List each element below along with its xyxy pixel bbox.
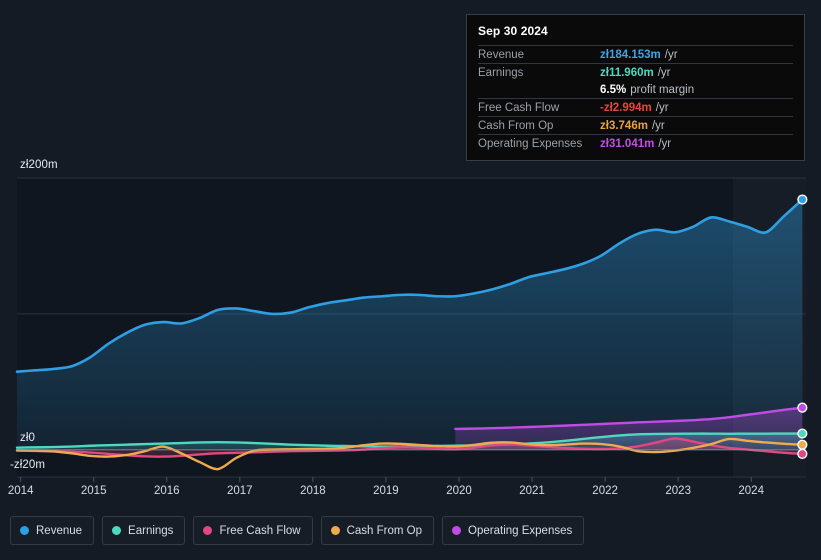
legend-item-operating-expenses[interactable]: Operating Expenses [442,516,585,545]
tooltip-row-profit-margin: 6.5% profit margin [478,81,793,98]
tooltip-row-value: zł3.746m [600,119,648,132]
legend-item-label: Earnings [128,524,174,537]
x-axis-label-2023: 2023 [665,485,691,497]
tooltip-row-suffix: /yr [664,48,678,61]
x-axis-label-2015: 2015 [80,485,107,497]
data-tooltip-card: Sep 30 2024 Revenue zł184.153m/yr Earnings… [466,14,805,161]
tooltip-row-label: Free Cash Flow [478,101,560,114]
legend-color-dot-icon [330,526,340,535]
tooltip-rows: Revenue zł184.153m/yr Earnings zł11.960m/yr… [478,45,793,152]
tooltip-row-revenue: Revenue zł184.153m/yr [478,45,793,63]
legend-item-revenue[interactable]: Revenue [10,516,95,545]
tooltip-row-suffix: /yr [655,101,669,114]
tooltip-row-label: Revenue [478,48,525,61]
tooltip-row-value: zł31.041m [600,137,655,150]
x-axis-label-2019: 2019 [373,485,399,497]
x-axis-label-2021: 2021 [519,485,545,497]
tooltip-row-value: zł11.960m [600,66,654,79]
tooltip-row-operating-expenses: Operating Expenses zł31.041m/yr [478,134,793,152]
y-axis-label-zero: zł0 [20,432,36,444]
tooltip-row-earnings: Earnings zł11.960m/yr [478,63,793,81]
legend-color-dot-icon [203,526,213,535]
financial-chart-widget: zł200m zł0 -zł20m 2014 2015 2016 2017 2018 20… [0,0,821,560]
legend-color-dot-icon [112,526,122,535]
x-axis-label-2022: 2022 [592,485,618,497]
legend-item-free-cash-flow[interactable]: Free Cash Flow [193,516,313,545]
legend-color-dot-icon [20,526,29,535]
legend-item-cash-from-op[interactable]: Cash From Op [320,516,435,545]
tooltip-row-label: Earnings [478,66,524,79]
tooltip-row-value: 6.5% [600,83,627,96]
y-axis-label-bottom: -zł20m [10,459,46,471]
legend-color-dot-icon [452,526,462,535]
x-axis-label-2014: 2014 [7,485,34,497]
legend-item-label: Operating Expenses [468,524,573,537]
chart-legend[interactable]: Revenue Earnings Free Cash Flow Cash From O… [10,516,585,545]
y-axis-label-top: zł200m [20,159,58,171]
axis-tick-layer [20,477,752,482]
tooltip-row-value: zł184.153m [600,48,661,61]
tooltip-row-cash-from-op: Cash From Op zł3.746m/yr [478,116,793,134]
tooltip-row-suffix: /yr [651,119,665,132]
tooltip-row-free-cash-flow: Free Cash Flow -zł2.994m/yr [478,98,793,116]
x-axis-labels: 2014 2015 2016 2017 2018 2019 2020 2021 2022 2023… [0,485,821,505]
x-axis-label-2017: 2017 [227,485,253,497]
x-axis-label-2016: 2016 [154,485,180,497]
tooltip-row-suffix: profit margin [630,83,695,96]
tooltip-row-label: Cash From Op [478,119,554,132]
legend-item-label: Free Cash Flow [219,524,301,537]
legend-item-label: Cash From Op [346,524,423,537]
tooltip-row-suffix: /yr [658,137,672,150]
legend-item-earnings[interactable]: Earnings [102,516,186,545]
tooltip-row-value: -zł2.994m [600,101,652,114]
legend-item-label: Revenue [36,524,83,537]
x-axis-label-2020: 2020 [446,485,472,497]
tooltip-row-label: Operating Expenses [478,137,583,150]
x-axis-label-2018: 2018 [300,485,326,497]
tooltip-row-suffix: /yr [657,66,671,79]
tooltip-date: Sep 30 2024 [478,24,548,38]
x-axis-label-2024: 2024 [738,485,764,497]
